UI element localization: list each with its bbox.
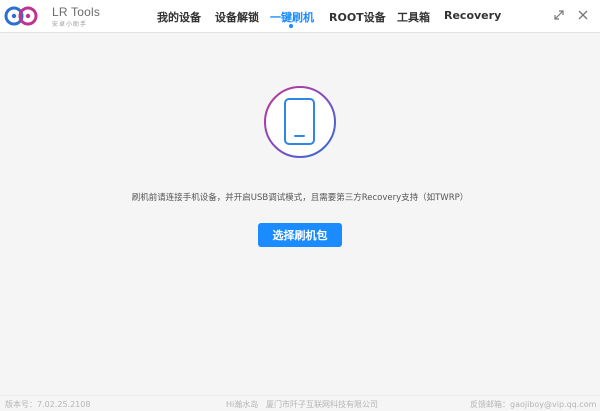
tab-toolbox[interactable]: 工具箱: [397, 9, 430, 25]
version-label: 版本号：7.02.25.2108: [5, 400, 91, 409]
tab-root-device[interactable]: ROOT设备: [329, 9, 386, 25]
tab-device-unlock[interactable]: 设备解锁: [215, 9, 259, 25]
status-bar: 版本号：7.02.25.2108 Hi瀚水岛 厦门市阡子互联网科技有限公司 反馈…: [0, 395, 600, 411]
close-icon[interactable]: [575, 7, 591, 23]
restore-icon[interactable]: [551, 7, 567, 23]
app-subtitle: 安卓小助手: [52, 21, 88, 28]
phone-icon: [264, 86, 336, 158]
slogan-label: Hi瀚水岛: [226, 400, 259, 409]
tab-one-click-flash[interactable]: 一键刷机: [270, 9, 314, 25]
company-label: 厦门市阡子互联网科技有限公司: [266, 400, 378, 409]
instruction-text: 刷机前请连接手机设备，并开启USB调试模式，且需要第三方Recovery支持（如…: [131, 193, 469, 203]
select-flash-package-button[interactable]: 选择刷机包: [258, 223, 342, 247]
tab-my-device[interactable]: 我的设备: [157, 9, 201, 25]
lr-tools-logo: [4, 6, 38, 26]
feedback-email[interactable]: 反馈邮箱：gaojiboy@vip.qq.com: [470, 399, 596, 410]
app-name: LR Tools: [52, 5, 101, 19]
title-bar: LR Tools 安卓小助手 我的设备 设备解锁 一键刷机 ROOT设备 工具箱…: [0, 0, 600, 33]
flash-panel: 刷机前请连接手机设备，并开启USB调试模式，且需要第三方Recovery支持（如…: [0, 33, 600, 395]
active-tab-indicator: [289, 24, 293, 28]
tab-recovery[interactable]: Recovery: [444, 9, 501, 22]
